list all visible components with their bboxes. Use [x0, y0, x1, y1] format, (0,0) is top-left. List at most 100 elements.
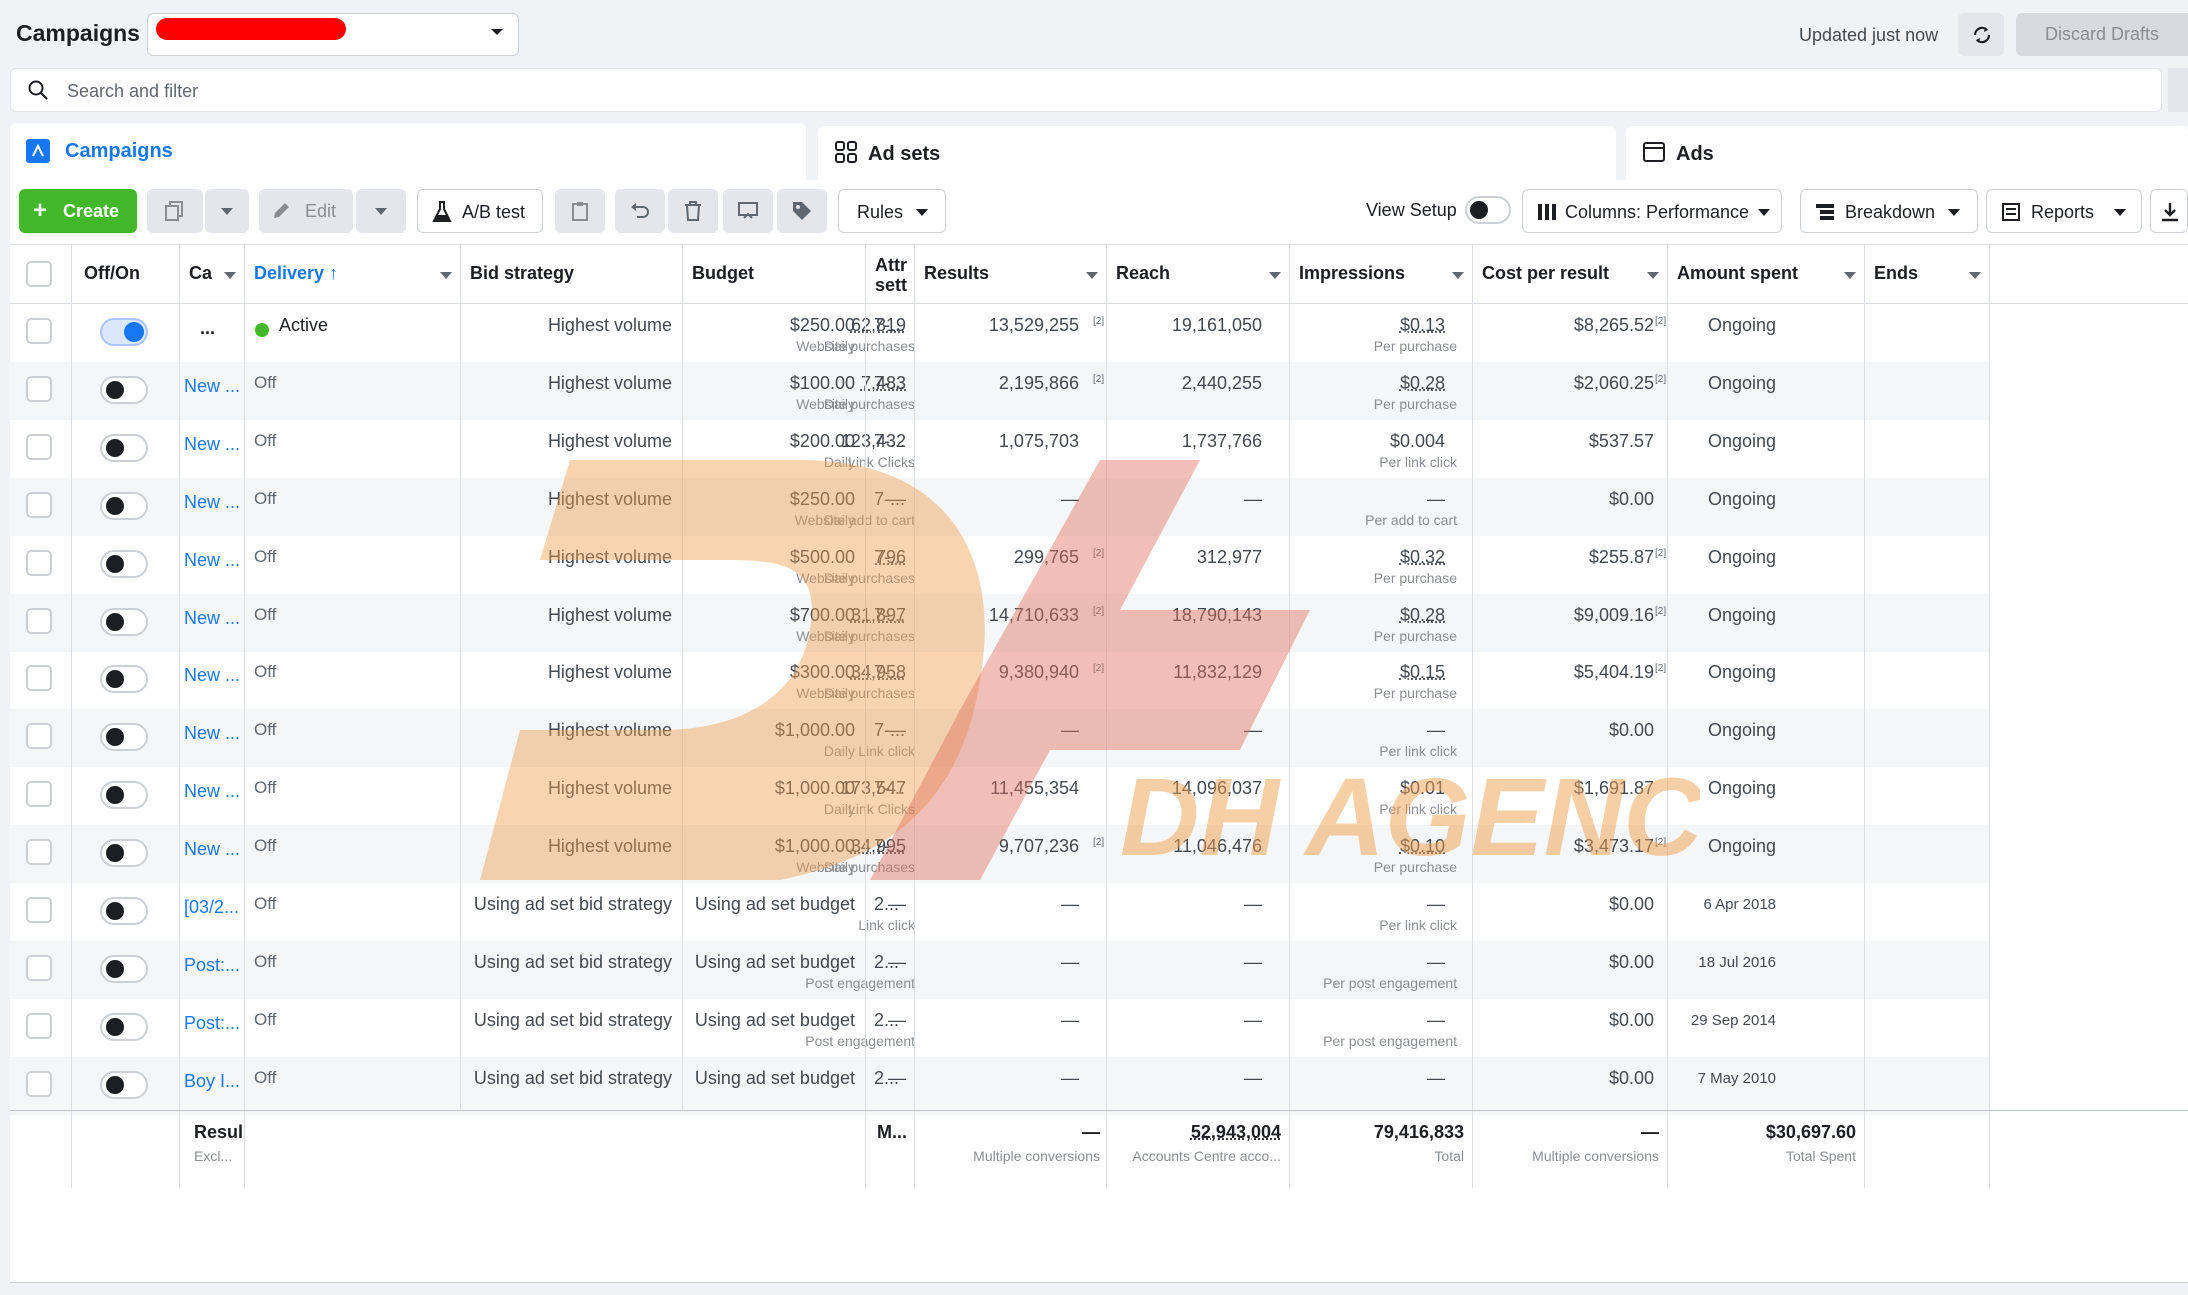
- budget-value: $250.00: [789, 489, 855, 509]
- table-row[interactable]: New ... Off Highest volume $100.00 Daily 7-..…: [10, 362, 1989, 420]
- duplicate-menu-button[interactable]: [205, 189, 249, 233]
- campaign-name-link[interactable]: New ...: [184, 665, 240, 686]
- row-checkbox[interactable]: [26, 665, 52, 691]
- campaign-toggle[interactable]: [100, 839, 148, 867]
- cpr-footnote: [2]: [1655, 663, 1667, 674]
- header-budget[interactable]: Budget: [682, 244, 865, 304]
- campaign-name-link[interactable]: [03/2...: [184, 897, 239, 918]
- export-button[interactable]: [723, 189, 773, 233]
- tag-button[interactable]: [777, 189, 827, 233]
- campaign-toggle[interactable]: [100, 955, 148, 983]
- header-amount-spent[interactable]: Amount spent: [1667, 244, 1864, 304]
- row-checkbox[interactable]: [26, 781, 52, 807]
- table-row[interactable]: New ... Off Highest volume $700.00 Daily 7-..…: [10, 594, 1989, 652]
- overflow-button[interactable]: [2176, 13, 2188, 56]
- campaign-toggle[interactable]: [100, 781, 148, 809]
- view-setup-toggle[interactable]: [1465, 196, 1511, 224]
- row-checkbox[interactable]: [26, 550, 52, 576]
- campaign-toggle[interactable]: [100, 318, 148, 346]
- select-all-checkbox[interactable]: [26, 261, 52, 287]
- campaign-name-link[interactable]: New ...: [184, 434, 240, 455]
- table-row[interactable]: [03/2... Off Using ad set bid strategy Usin…: [10, 883, 1989, 941]
- breakdown-button[interactable]: Breakdown: [1800, 189, 1978, 233]
- campaign-name-link[interactable]: ...: [200, 318, 215, 339]
- table-row[interactable]: New ... Off Highest volume $200.00 Daily 7-..…: [10, 420, 1989, 478]
- row-checkbox[interactable]: [26, 723, 52, 749]
- campaign-toggle[interactable]: [100, 550, 148, 578]
- campaign-name-link[interactable]: New ...: [184, 376, 240, 397]
- campaign-toggle[interactable]: [100, 492, 148, 520]
- table-row[interactable]: New ... Off Highest volume $1,000.00 Daily 7-…: [10, 767, 1989, 825]
- header-delivery[interactable]: Delivery ↑: [244, 244, 460, 304]
- campaign-name-link[interactable]: New ...: [184, 550, 240, 571]
- table-row[interactable]: ... Active Highest volume $250.00 Daily 7-...…: [10, 304, 1989, 362]
- ab-test-button[interactable]: A/B test: [417, 189, 543, 233]
- header-impressions[interactable]: Impressions: [1289, 244, 1472, 304]
- table-row[interactable]: Boy I... Off Using ad set bid strategy Usin…: [10, 1057, 1989, 1115]
- tab-campaigns[interactable]: Campaigns: [10, 123, 806, 183]
- row-checkbox[interactable]: [26, 376, 52, 402]
- refresh-button[interactable]: [1958, 13, 2004, 56]
- duplicate-button[interactable]: [147, 189, 203, 233]
- cost-per-result-value: $0.10: [1399, 836, 1445, 856]
- table-row[interactable]: New ... Off Highest volume $300.00 Daily 7-..…: [10, 651, 1989, 709]
- row-checkbox[interactable]: [26, 1071, 52, 1097]
- tab-ads[interactable]: Ads: [1626, 126, 2188, 180]
- campaign-name-link[interactable]: New ...: [184, 781, 240, 802]
- header-attribution[interactable]: Attr sett: [865, 244, 914, 304]
- account-selector[interactable]: [147, 13, 519, 56]
- campaign-name-link[interactable]: New ...: [184, 608, 240, 629]
- row-checkbox[interactable]: [26, 608, 52, 634]
- row-checkbox[interactable]: [26, 434, 52, 460]
- campaign-toggle[interactable]: [100, 376, 148, 404]
- table-row[interactable]: New ... Off Highest volume $1,000.00 Daily 7-…: [10, 709, 1989, 767]
- header-offon[interactable]: Off/On: [71, 244, 179, 304]
- campaign-name-link[interactable]: New ...: [184, 492, 240, 513]
- campaign-toggle[interactable]: [100, 897, 148, 925]
- header-cost-per-result[interactable]: Cost per result: [1472, 244, 1667, 304]
- campaign-toggle[interactable]: [100, 665, 148, 693]
- edit-menu-button[interactable]: [356, 189, 406, 233]
- edit-button[interactable]: Edit: [259, 189, 353, 233]
- header-ends[interactable]: Ends: [1864, 244, 1989, 304]
- reports-button[interactable]: Reports: [1986, 189, 2142, 233]
- search-input[interactable]: Search and filter: [10, 68, 2162, 112]
- columns-button[interactable]: Columns: Performance: [1522, 189, 1782, 233]
- campaign-toggle[interactable]: [100, 1013, 148, 1041]
- undo-button[interactable]: [615, 189, 665, 233]
- campaign-name-link[interactable]: Post:...: [184, 1013, 240, 1034]
- pencil-icon: [274, 203, 289, 218]
- table-row[interactable]: Post:... Off Using ad set bid strategy Usin…: [10, 941, 1989, 999]
- budget-value: $1,000.00: [774, 836, 855, 856]
- campaign-toggle[interactable]: [100, 1071, 148, 1099]
- campaign-name-link[interactable]: New ...: [184, 839, 240, 860]
- row-checkbox[interactable]: [26, 318, 52, 344]
- header-bid-strategy[interactable]: Bid strategy: [460, 244, 682, 304]
- campaign-toggle[interactable]: [100, 608, 148, 636]
- row-checkbox[interactable]: [26, 955, 52, 981]
- delete-button[interactable]: [668, 189, 718, 233]
- create-button[interactable]: + Create: [19, 189, 137, 233]
- rules-button[interactable]: Rules: [838, 189, 946, 233]
- row-checkbox[interactable]: [26, 1013, 52, 1039]
- table-row[interactable]: New ... Off Highest volume $1,000.00 Daily 7-…: [10, 825, 1989, 883]
- clipboard-button[interactable]: [555, 189, 605, 233]
- search-side-button[interactable]: [2168, 68, 2188, 112]
- header-campaign[interactable]: Ca: [179, 244, 244, 304]
- header-reach[interactable]: Reach: [1106, 244, 1289, 304]
- header-results[interactable]: Results: [914, 244, 1106, 304]
- table-row[interactable]: New ... Off Highest volume $500.00 Daily 7-..…: [10, 536, 1989, 594]
- row-checkbox[interactable]: [26, 839, 52, 865]
- tab-adsets[interactable]: Ad sets: [818, 126, 1616, 180]
- export-download-button[interactable]: [2150, 189, 2188, 233]
- campaign-toggle[interactable]: [100, 723, 148, 751]
- campaign-name-link[interactable]: Post:...: [184, 955, 240, 976]
- campaign-name-link[interactable]: Boy I...: [184, 1071, 240, 1092]
- campaign-name-link[interactable]: New ...: [184, 723, 240, 744]
- table-row[interactable]: New ... Off Highest volume $250.00 Daily 7-..…: [10, 478, 1989, 536]
- row-checkbox[interactable]: [26, 492, 52, 518]
- table-row[interactable]: Post:... Off Using ad set bid strategy Usin…: [10, 999, 1989, 1057]
- campaign-toggle[interactable]: [100, 434, 148, 462]
- row-checkbox[interactable]: [26, 897, 52, 923]
- discard-drafts-button[interactable]: Discard Drafts: [2016, 13, 2188, 56]
